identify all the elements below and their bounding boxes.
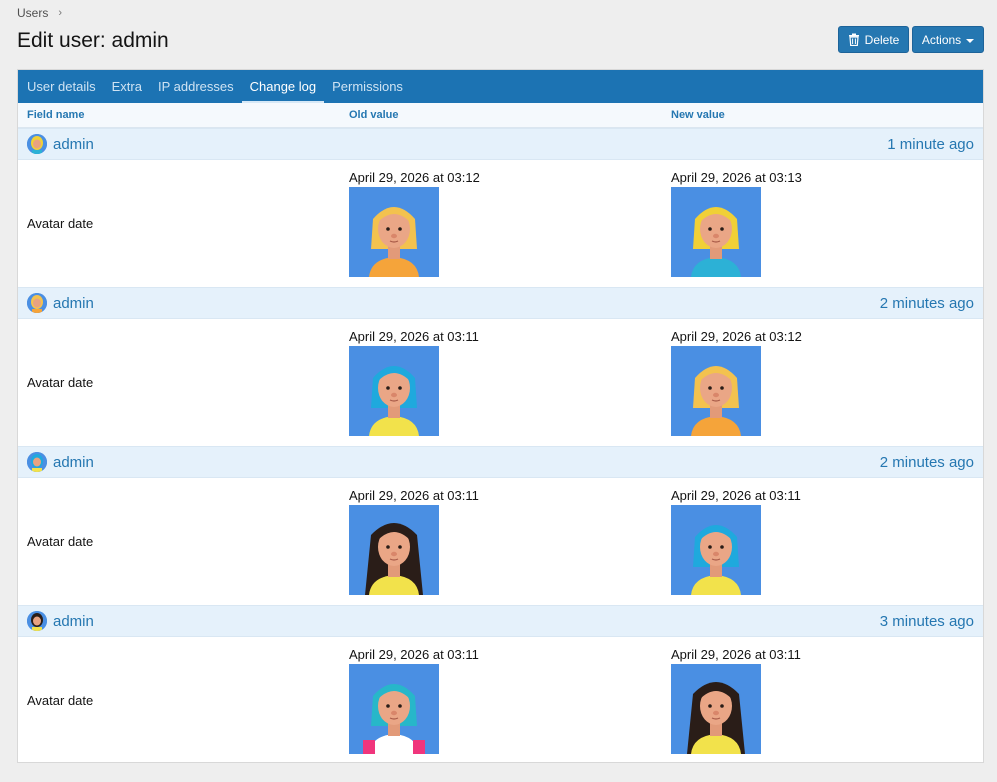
tab-change-log[interactable]: Change log	[241, 70, 325, 103]
new-value-cell: April 29, 2026 at 03:13	[661, 160, 983, 287]
change-log-panel: User details Extra IP addresses Change l…	[17, 69, 984, 763]
user-avatar-icon[interactable]	[27, 611, 47, 631]
old-value-cell: April 29, 2026 at 03:11	[340, 319, 661, 446]
change-author[interactable]: admin	[27, 293, 94, 313]
old-avatar-image	[349, 664, 439, 754]
actions-button[interactable]: Actions	[912, 26, 984, 53]
field-name-cell: Avatar date	[27, 375, 94, 390]
tab-user-details[interactable]: User details	[19, 70, 104, 103]
tab-extra[interactable]: Extra	[104, 70, 150, 103]
new-avatar-image	[671, 346, 761, 436]
tab-permissions[interactable]: Permissions	[324, 70, 411, 103]
change-group-header: admin 2 minutes ago	[18, 287, 983, 319]
change-group-header: admin 1 minute ago	[18, 128, 983, 160]
old-avatar-image	[349, 505, 439, 595]
change-timestamp[interactable]: 3 minutes ago	[880, 613, 974, 630]
caret-down-icon	[966, 38, 975, 43]
user-avatar-icon[interactable]	[27, 134, 47, 154]
old-avatar-image	[349, 346, 439, 436]
table-row: Avatar date April 29, 2026 at 03:12 April …	[18, 160, 983, 287]
old-avatar-image	[349, 187, 439, 277]
change-group-header: admin 2 minutes ago	[18, 446, 983, 478]
change-author-name[interactable]: admin	[53, 454, 94, 471]
change-timestamp[interactable]: 1 minute ago	[887, 136, 974, 153]
user-avatar-icon[interactable]	[27, 452, 47, 472]
tab-ip-addresses[interactable]: IP addresses	[150, 70, 242, 103]
new-value-cell: April 29, 2026 at 03:11	[661, 478, 983, 605]
change-author[interactable]: admin	[27, 452, 94, 472]
old-value-date: April 29, 2026 at 03:11	[349, 329, 479, 344]
change-author[interactable]: admin	[27, 134, 94, 154]
change-log-list: admin 1 minute ago Avatar date April 29, 20…	[18, 128, 983, 764]
breadcrumb-users-link[interactable]: Users	[17, 6, 48, 20]
change-timestamp[interactable]: 2 minutes ago	[880, 295, 974, 312]
old-value-cell: April 29, 2026 at 03:12	[340, 160, 661, 287]
old-value-date: April 29, 2026 at 03:12	[349, 170, 480, 185]
new-value-date: April 29, 2026 at 03:11	[671, 488, 801, 503]
table-header: Field name Old value New value	[18, 103, 983, 128]
field-name-cell: Avatar date	[27, 216, 94, 231]
breadcrumb: Users ›	[17, 6, 62, 20]
new-value-date: April 29, 2026 at 03:12	[671, 329, 802, 344]
old-value-date: April 29, 2026 at 03:11	[349, 488, 479, 503]
delete-button[interactable]: Delete	[838, 26, 909, 53]
trash-icon	[848, 33, 859, 46]
old-value-cell: April 29, 2026 at 03:11	[340, 637, 661, 764]
delete-button-label: Delete	[864, 32, 900, 47]
new-value-date: April 29, 2026 at 03:13	[671, 170, 802, 185]
change-author[interactable]: admin	[27, 611, 94, 631]
new-value-cell: April 29, 2026 at 03:12	[661, 319, 983, 446]
new-avatar-image	[671, 664, 761, 754]
breadcrumb-chevron-icon: ›	[58, 7, 63, 19]
new-value-cell: April 29, 2026 at 03:11	[661, 637, 983, 764]
change-author-name[interactable]: admin	[53, 136, 94, 153]
actions-button-label: Actions	[921, 32, 962, 47]
column-header-field: Field name	[27, 109, 85, 121]
old-value-cell: April 29, 2026 at 03:11	[340, 478, 661, 605]
new-value-date: April 29, 2026 at 03:11	[671, 647, 801, 662]
field-name-cell: Avatar date	[27, 693, 94, 708]
new-avatar-image	[671, 187, 761, 277]
table-row: Avatar date April 29, 2026 at 03:11 April …	[18, 478, 983, 605]
table-row: Avatar date April 29, 2026 at 03:11 April …	[18, 637, 983, 764]
change-group-header: admin 3 minutes ago	[18, 605, 983, 637]
change-timestamp[interactable]: 2 minutes ago	[880, 454, 974, 471]
change-author-name[interactable]: admin	[53, 295, 94, 312]
field-name-cell: Avatar date	[27, 534, 94, 549]
change-author-name[interactable]: admin	[53, 613, 94, 630]
user-avatar-icon[interactable]	[27, 293, 47, 313]
table-row: Avatar date April 29, 2026 at 03:11 April …	[18, 319, 983, 446]
old-value-date: April 29, 2026 at 03:11	[349, 647, 479, 662]
tab-bar: User details Extra IP addresses Change l…	[18, 70, 983, 103]
column-header-old: Old value	[349, 109, 399, 121]
page-title: Edit user: admin	[17, 29, 169, 52]
new-avatar-image	[671, 505, 761, 595]
column-header-new: New value	[671, 109, 725, 121]
